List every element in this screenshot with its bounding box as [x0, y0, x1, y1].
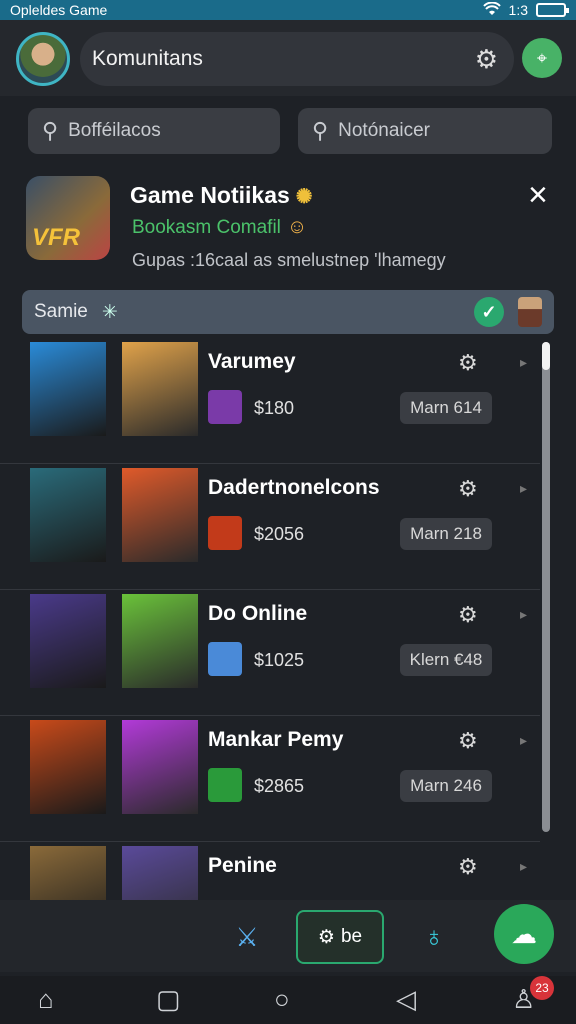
character-thumbnail[interactable] [30, 342, 106, 436]
list-item[interactable]: Do Online ⚙ ▸ $1025 Klern €48 [0, 590, 540, 716]
item-name: Do Online [208, 602, 308, 625]
search-right-placeholder: Notónaicer [338, 120, 431, 141]
item-tag[interactable]: Marn 218 [400, 518, 492, 550]
character-thumbnail[interactable] [122, 846, 198, 900]
item-tag[interactable]: Marn 246 [400, 770, 492, 802]
item-name: Varumey [208, 350, 296, 373]
status-bar: Opleldes Game 1:3 [0, 0, 576, 20]
home-circle-icon[interactable]: ○ [274, 984, 290, 1015]
chevron-right-icon[interactable]: ▸ [520, 732, 527, 749]
notification-badge: 23 [530, 976, 554, 1000]
location-icon[interactable]: ♁ [404, 910, 464, 964]
item-settings-icon[interactable]: ⚙ [458, 602, 478, 628]
item-settings-icon[interactable]: ⚙ [458, 728, 478, 754]
character-thumbnail[interactable] [122, 594, 198, 688]
close-icon[interactable]: × [528, 178, 548, 212]
community-label: Komunitans [92, 47, 203, 70]
notification-subtitle: Bookasm Comafil ☺ [132, 216, 308, 238]
item-settings-icon[interactable]: ⚙ [458, 350, 478, 376]
be-button[interactable]: ⚙ be [296, 910, 384, 964]
item-settings-icon[interactable]: ⚙ [458, 476, 478, 502]
status-time: 1:3 [508, 2, 528, 18]
character-thumbnail[interactable] [122, 342, 198, 436]
character-thumbnail[interactable] [30, 720, 106, 814]
item-price: $2056 [254, 524, 305, 544]
item-name: Mankar Pemy [208, 728, 344, 751]
character-thumbnail[interactable] [122, 720, 198, 814]
home-icon[interactable]: ⌂ [38, 984, 54, 1015]
status-app-title: Opleldes Game [10, 2, 108, 18]
item-name: Dadertnonelcons [208, 476, 380, 499]
item-tag[interactable]: Klern €48 [400, 644, 492, 676]
item-name: Penine [208, 854, 277, 877]
item-list: Varumey ⚙ ▸ $180 Marn 614 Dadertnonelcons ⚙ ▸ $2… [0, 338, 576, 900]
character-thumbnail[interactable] [122, 468, 198, 562]
item-icon [208, 390, 242, 424]
notification-body: Gupas :16caal as smelustnep 'lhamegy [132, 250, 446, 270]
game-notification[interactable]: VFR Game Notiikas ✺ Bookasm Comafil ☺ Gupa… [0, 168, 576, 286]
item-settings-icon[interactable]: ⚙ [458, 854, 478, 880]
character-thumbnail[interactable] [30, 846, 106, 900]
chevron-right-icon[interactable]: ▸ [520, 480, 527, 497]
item-price: $1025 [254, 650, 305, 670]
map-pin-icon[interactable]: ⌖ [522, 38, 562, 78]
search-icon: ⚲ [42, 118, 59, 143]
search-left-placeholder: Bofféilacos [68, 120, 161, 141]
wifi-icon [482, 1, 501, 19]
recents-icon[interactable]: ▢ [156, 984, 181, 1015]
search-icon: ⚲ [312, 118, 329, 143]
list-item[interactable]: Dadertnonelcons ⚙ ▸ $2056 Marn 218 [0, 464, 540, 590]
check-icon[interactable]: ✓ [474, 297, 504, 327]
search-field-left[interactable]: ⚲ Bofféilacos [28, 108, 280, 154]
navigation-bar: ⌂ ▢ ○ ◁ ♙ [0, 976, 576, 1024]
character-thumbnail[interactable] [30, 468, 106, 562]
avatar[interactable] [16, 32, 70, 86]
item-icon [208, 768, 242, 802]
status-indicators: 1:3 [482, 1, 569, 19]
scrollbar[interactable] [542, 342, 550, 832]
list-item[interactable]: Mankar Pemy ⚙ ▸ $2865 Marn 246 [0, 716, 540, 842]
list-item[interactable]: Penine ⚙ ▸ [0, 842, 540, 900]
chevron-right-icon[interactable]: ▸ [520, 858, 527, 875]
back-icon[interactable]: ◁ [396, 984, 416, 1015]
smiley-icon: ☺ [286, 216, 308, 238]
loading-spinner-icon: ✳ [101, 301, 118, 323]
mini-avatar[interactable] [518, 297, 542, 327]
chevron-right-icon[interactable]: ▸ [520, 354, 527, 371]
game-logo-text: VFR [32, 224, 80, 251]
gear-icon: ⚙ [317, 926, 335, 948]
filter-bar[interactable]: Samie ✳ ✓ [22, 290, 554, 334]
scrollbar-thumb[interactable] [542, 342, 550, 370]
item-price: $180 [254, 398, 295, 418]
item-icon [208, 516, 242, 550]
settings-gear-icon[interactable]: ⚙ [475, 44, 498, 75]
item-tag[interactable]: Marn 614 [400, 392, 492, 424]
be-label: be [340, 926, 363, 947]
notification-title: Game Notiikas ✺ [130, 182, 313, 208]
game-logo: VFR [26, 176, 110, 260]
top-bar: Komunitans ⚙ ⌖ [0, 20, 576, 96]
sun-icon: ✺ [295, 186, 313, 208]
chat-fab-button[interactable]: ☁ [494, 904, 554, 964]
search-field-right[interactable]: ⚲ Notónaicer [298, 108, 552, 154]
filter-label: Samie [34, 301, 88, 322]
item-price: $2865 [254, 776, 305, 796]
sword-icon[interactable]: ⚔ [214, 910, 280, 964]
list-item[interactable]: Varumey ⚙ ▸ $180 Marn 614 [0, 338, 540, 464]
item-icon [208, 642, 242, 676]
action-bar: ⚔ ⚙ be ♁ [0, 900, 576, 972]
battery-icon [536, 3, 569, 17]
character-thumbnail[interactable] [30, 594, 106, 688]
community-field[interactable]: Komunitans ⚙ [80, 32, 514, 86]
chevron-right-icon[interactable]: ▸ [520, 606, 527, 623]
